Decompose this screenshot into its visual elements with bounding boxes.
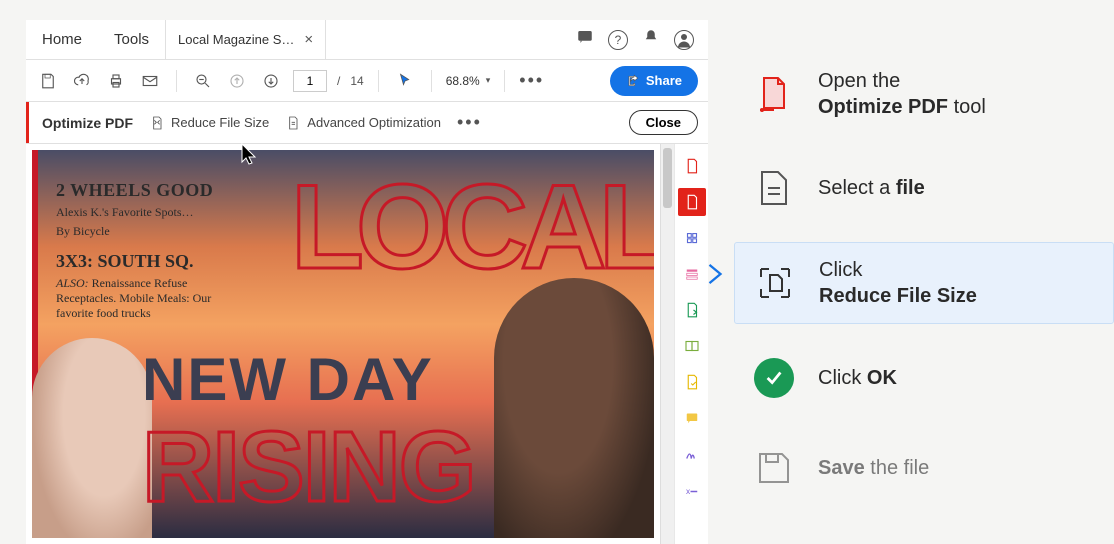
cover-title-newday: NEW DAY	[142, 345, 434, 414]
rail-edit-pdf-icon[interactable]	[678, 224, 706, 252]
scrollbar-thumb[interactable]	[663, 148, 672, 208]
tab-document-label: Local Magazine S…	[178, 32, 294, 47]
optimize-subtoolbar: Optimize PDF Reduce File Size Advanced O…	[26, 102, 708, 144]
tab-bar: Home Tools Local Magazine S… × ?	[26, 20, 708, 60]
step-3-text: ClickReduce File Size	[819, 257, 977, 309]
optimize-title: Optimize PDF	[42, 115, 133, 131]
optimize-accent-bar	[26, 102, 29, 143]
instruction-panel: Open theOptimize PDF tool Select a file …	[708, 0, 1114, 544]
close-button[interactable]: Close	[629, 110, 698, 135]
mouse-cursor-icon	[240, 142, 260, 171]
cover-also: ALSO: Renaissance Refuse Receptacles. Mo…	[56, 276, 236, 321]
zoom-out-icon[interactable]	[191, 69, 215, 93]
rail-redact-icon[interactable]: x	[678, 476, 706, 504]
step-arrow-icon	[704, 260, 726, 293]
advanced-optimization-label: Advanced Optimization	[307, 115, 441, 130]
reduce-file-size-label: Reduce File Size	[171, 115, 269, 130]
page-separator: /	[337, 74, 340, 88]
reduce-file-icon	[149, 115, 165, 131]
right-tool-rail: x	[674, 144, 708, 544]
tab-document[interactable]: Local Magazine S… ×	[165, 20, 326, 60]
cloud-upload-icon[interactable]	[70, 69, 94, 93]
scrollbar[interactable]	[660, 144, 674, 544]
share-icon	[626, 74, 640, 88]
svg-text:x: x	[686, 487, 691, 496]
cover-sub-2: By Bicycle	[56, 224, 236, 239]
subtool-more-icon[interactable]: •••	[457, 112, 482, 133]
step-1: Open theOptimize PDF tool	[734, 54, 1114, 134]
profile-icon[interactable]	[674, 30, 694, 50]
content-area: 2 WHEELS GOOD Alexis K.'s Favorite Spots…	[26, 144, 708, 544]
cover-title-local: LOCAL	[291, 158, 654, 296]
rail-sign-icon[interactable]	[678, 440, 706, 468]
rail-protect-icon[interactable]	[678, 368, 706, 396]
rail-create-pdf-icon[interactable]	[678, 152, 706, 180]
share-button[interactable]: Share	[610, 66, 698, 96]
optimize-pdf-step-icon	[752, 72, 796, 116]
top-right-icons: ?	[576, 28, 708, 51]
zoom-dropdown[interactable]: 68.8% ▾	[446, 74, 491, 88]
zoom-value: 68.8%	[446, 74, 480, 88]
print-icon[interactable]	[104, 69, 128, 93]
rail-combine-icon[interactable]	[678, 332, 706, 360]
page-number-input[interactable]	[293, 70, 327, 92]
share-label: Share	[646, 73, 682, 88]
cover-sub-1: Alexis K.'s Favorite Spots…	[56, 205, 236, 220]
step-2: Select a file	[734, 152, 1114, 224]
reduce-size-step-icon	[753, 261, 797, 305]
page-total: 14	[350, 74, 363, 88]
save-step-icon	[752, 446, 796, 490]
document-viewport[interactable]: 2 WHEELS GOOD Alexis K.'s Favorite Spots…	[26, 144, 660, 544]
step-3: ClickReduce File Size	[734, 242, 1114, 324]
check-step-icon	[752, 356, 796, 400]
cover-headline-2: 3X3: SOUTH SQ.	[56, 251, 236, 272]
step-5-text: Save the file	[818, 455, 929, 481]
step-5: Save the file	[734, 432, 1114, 504]
main-toolbar: / 14 68.8% ▾ ••• Share	[26, 60, 708, 102]
page-down-icon[interactable]	[259, 69, 283, 93]
cover-headline-1: 2 WHEELS GOOD	[56, 180, 236, 201]
step-2-text: Select a file	[818, 175, 925, 201]
cover-title-rising: RISING	[142, 410, 474, 525]
rail-organize-icon[interactable]	[678, 260, 706, 288]
step-4: Click OK	[734, 342, 1114, 414]
advanced-optimization-button[interactable]: Advanced Optimization	[285, 115, 441, 131]
tab-home[interactable]: Home	[26, 20, 98, 60]
mail-icon[interactable]	[138, 69, 162, 93]
document-page: 2 WHEELS GOOD Alexis K.'s Favorite Spots…	[32, 150, 654, 538]
tab-close-icon[interactable]: ×	[304, 31, 313, 48]
page-up-icon[interactable]	[225, 69, 249, 93]
step-4-text: Click OK	[818, 365, 897, 391]
bell-icon[interactable]	[642, 28, 660, 51]
file-step-icon	[752, 166, 796, 210]
rail-export-pdf-icon[interactable]	[678, 296, 706, 324]
step-1-text: Open theOptimize PDF tool	[818, 68, 986, 120]
tab-tools[interactable]: Tools	[98, 20, 165, 60]
selection-arrow-icon[interactable]	[393, 69, 417, 93]
rail-comment-icon[interactable]	[678, 404, 706, 432]
chat-icon[interactable]	[576, 28, 594, 51]
more-icon[interactable]: •••	[519, 70, 544, 91]
chevron-down-icon: ▾	[486, 75, 491, 86]
save-icon[interactable]	[36, 69, 60, 93]
reduce-file-size-button[interactable]: Reduce File Size	[149, 115, 269, 131]
advanced-icon	[285, 115, 301, 131]
app-window: Home Tools Local Magazine S… × ?	[26, 20, 708, 544]
help-icon[interactable]: ?	[608, 30, 628, 50]
rail-optimize-pdf-icon[interactable]	[678, 188, 706, 216]
